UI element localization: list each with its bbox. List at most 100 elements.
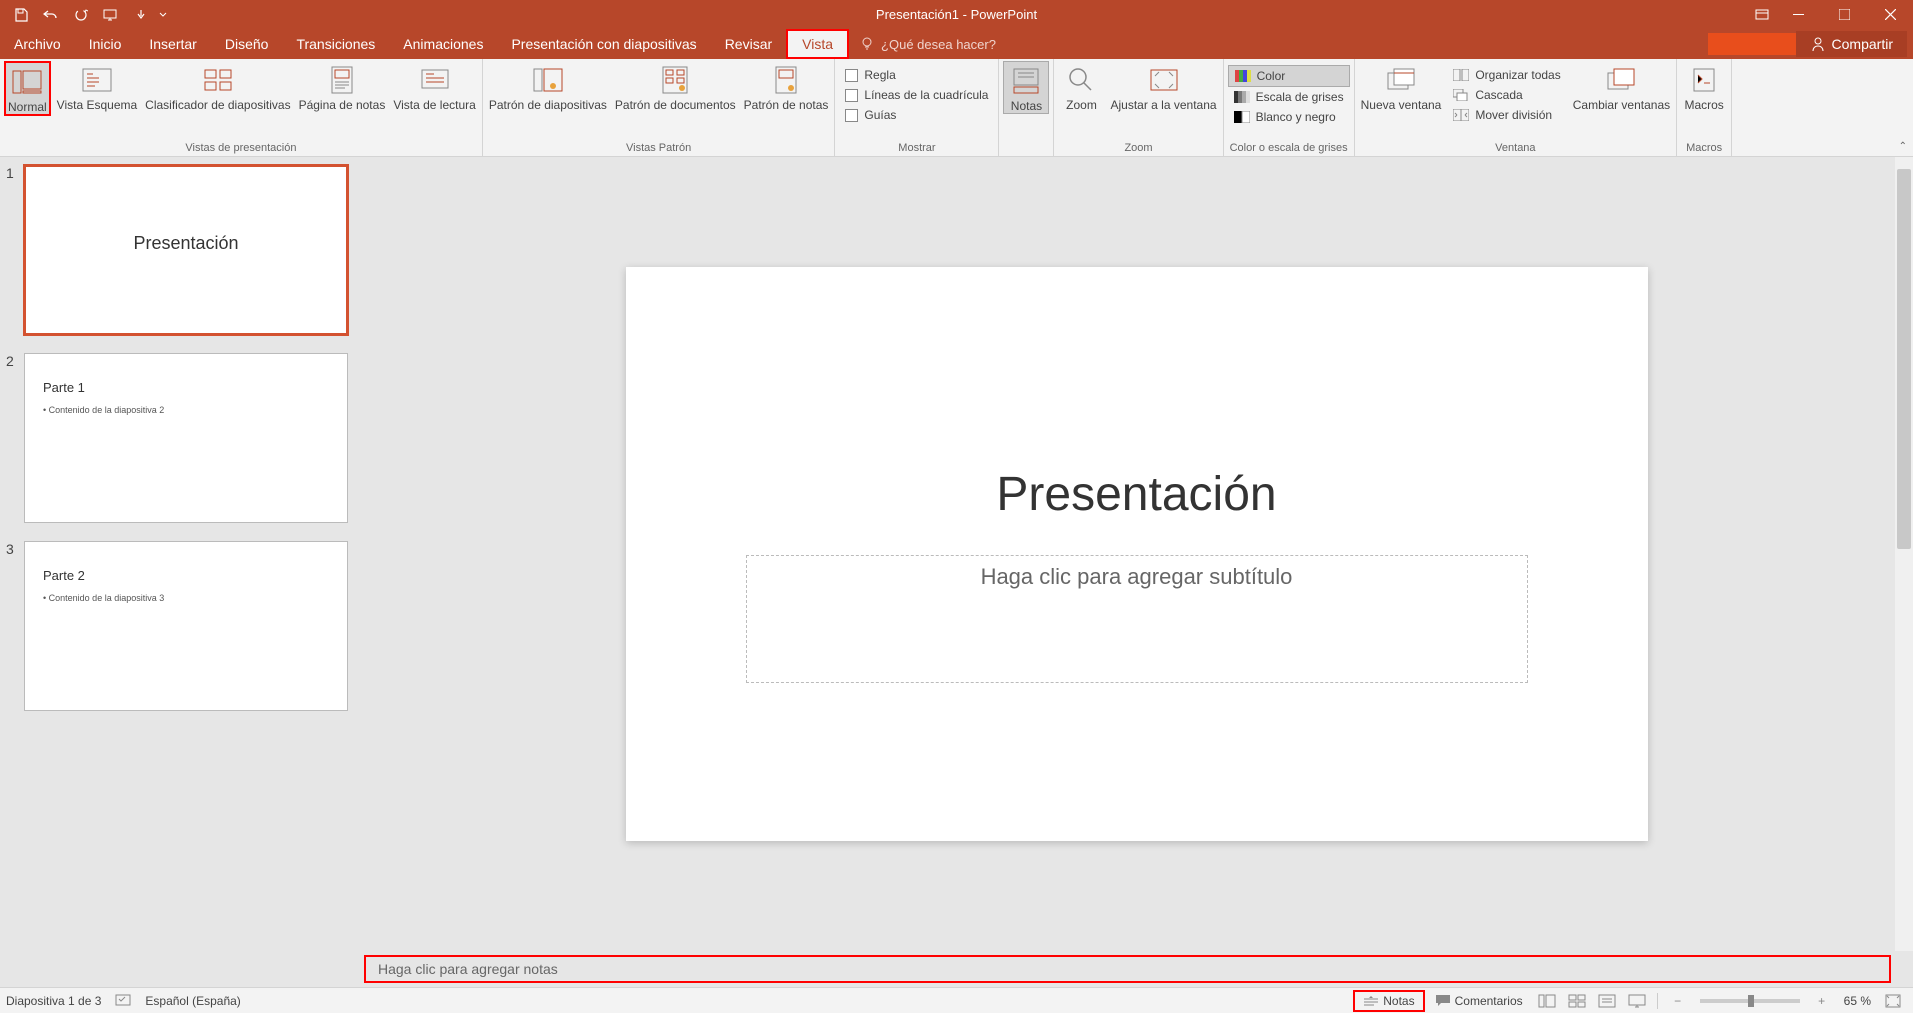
reading-view-button[interactable]: Vista de lectura: [391, 61, 478, 112]
grayscale-icon: [1234, 91, 1250, 103]
sorter-icon: [202, 64, 234, 96]
notes-pane[interactable]: Haga clic para agregar notas: [364, 955, 1891, 983]
save-icon[interactable]: [6, 1, 36, 29]
reading-view-status-icon[interactable]: [1593, 990, 1621, 1012]
fit-to-window-status-icon[interactable]: [1879, 990, 1907, 1012]
bw-button[interactable]: Blanco y negro: [1228, 107, 1350, 127]
gridlines-checkbox[interactable]: Líneas de la cuadrícula: [839, 85, 994, 105]
ribbon-options-icon[interactable]: [1749, 0, 1775, 29]
zoom-in-button[interactable]: +: [1808, 990, 1836, 1012]
thumb-number: 1: [6, 165, 24, 335]
collapse-ribbon-icon[interactable]: ⌃: [1899, 141, 1907, 152]
slide-canvas[interactable]: Presentación Haga clic para agregar subt…: [626, 267, 1648, 841]
switch-windows-button[interactable]: Cambiar ventanas: [1571, 61, 1672, 112]
ribbon: Normal Vista Esquema Clasificador de dia…: [0, 59, 1913, 157]
notes-page-button[interactable]: Página de notas: [297, 61, 388, 112]
zoom-level[interactable]: 65 %: [1838, 994, 1877, 1008]
slide-thumbnail-3[interactable]: Parte 2 • Contenido de la diapositiva 3: [24, 541, 348, 711]
normal-view-status-icon[interactable]: [1533, 990, 1561, 1012]
language-indicator[interactable]: Español (España): [145, 994, 240, 1008]
zoom-slider[interactable]: [1700, 999, 1800, 1003]
outline-view-button[interactable]: Vista Esquema: [55, 61, 140, 112]
group-label-show: Mostrar: [839, 140, 994, 156]
tell-me-search[interactable]: ¿Qué desea hacer?: [849, 29, 1006, 59]
cascade-icon: [1453, 89, 1469, 101]
tab-diseno[interactable]: Diseño: [211, 29, 283, 59]
quick-access-toolbar: [0, 1, 170, 29]
redo-icon[interactable]: [66, 1, 96, 29]
group-label-macros: Macros: [1681, 140, 1727, 156]
group-label-zoom: Zoom: [1058, 140, 1218, 156]
slide-counter[interactable]: Diapositiva 1 de 3: [6, 994, 101, 1008]
maximize-button[interactable]: [1821, 0, 1867, 29]
notes-master-icon: [770, 64, 802, 96]
normal-view-icon: [11, 66, 43, 98]
slide-sorter-button[interactable]: Clasificador de diapositivas: [143, 61, 292, 112]
color-icon: [1235, 70, 1251, 82]
tab-inicio[interactable]: Inicio: [75, 29, 136, 59]
fit-window-button[interactable]: Ajustar a la ventana: [1108, 61, 1218, 112]
tab-archivo[interactable]: Archivo: [0, 29, 75, 59]
close-button[interactable]: [1867, 0, 1913, 29]
zoom-button[interactable]: Zoom: [1058, 61, 1104, 112]
touch-mode-icon[interactable]: [126, 1, 156, 29]
lightbulb-icon: [859, 36, 875, 52]
fit-icon: [1148, 64, 1180, 96]
notes-status-button[interactable]: Notas: [1353, 990, 1424, 1012]
slide-title[interactable]: Presentación: [746, 467, 1528, 522]
main-area: 1 Presentación 2 Parte 1 • Contenido de …: [0, 157, 1913, 987]
tab-animaciones[interactable]: Animaciones: [389, 29, 497, 59]
notes-toggle-button[interactable]: Notas: [1003, 61, 1049, 114]
thumb-bullet: • Contenido de la diapositiva 2: [43, 405, 329, 415]
ruler-checkbox[interactable]: Regla: [839, 65, 994, 85]
color-button[interactable]: Color: [1228, 65, 1350, 87]
zoom-out-button[interactable]: −: [1664, 990, 1692, 1012]
new-window-icon: [1385, 64, 1417, 96]
group-label-color: Color o escala de grises: [1228, 140, 1350, 156]
tab-transiciones[interactable]: Transiciones: [282, 29, 389, 59]
cascade-button[interactable]: Cascada: [1447, 85, 1566, 105]
account-indicator[interactable]: [1708, 33, 1798, 55]
tab-vista[interactable]: Vista: [786, 29, 849, 59]
normal-view-button[interactable]: Normal: [4, 61, 51, 116]
thumbnails-panel[interactable]: 1 Presentación 2 Parte 1 • Contenido de …: [0, 157, 360, 987]
tab-insertar[interactable]: Insertar: [135, 29, 210, 59]
macros-button[interactable]: Macros: [1681, 61, 1727, 112]
spellcheck-icon[interactable]: [115, 994, 131, 1008]
vertical-scrollbar[interactable]: [1895, 157, 1913, 951]
slideshow-status-icon[interactable]: [1623, 990, 1651, 1012]
slide-thumbnail-1[interactable]: Presentación: [24, 165, 348, 335]
tab-presentacion[interactable]: Presentación con diapositivas: [497, 29, 710, 59]
slide-subtitle-placeholder[interactable]: Haga clic para agregar subtítulo: [746, 555, 1528, 683]
thumb-title: Parte 1: [43, 380, 329, 395]
new-window-button[interactable]: Nueva ventana: [1359, 61, 1444, 112]
slide-thumbnail-2[interactable]: Parte 1 • Contenido de la diapositiva 2: [24, 353, 348, 523]
grayscale-button[interactable]: Escala de grises: [1228, 87, 1350, 107]
thumb-title: Parte 2: [43, 568, 329, 583]
handout-master-button[interactable]: Patrón de documentos: [613, 61, 738, 112]
thumb-bullet: • Contenido de la diapositiva 3: [43, 593, 329, 603]
tab-revisar[interactable]: Revisar: [711, 29, 786, 59]
slideshow-icon[interactable]: [96, 1, 126, 29]
minimize-button[interactable]: [1775, 0, 1821, 29]
bw-icon: [1234, 111, 1250, 123]
title-bar: Presentación1 - PowerPoint: [0, 0, 1913, 29]
arrange-all-button[interactable]: Organizar todas: [1447, 65, 1566, 85]
thumb-number: 2: [6, 353, 24, 523]
notes-status-icon: [1363, 995, 1379, 1007]
undo-icon[interactable]: [36, 1, 66, 29]
qat-dropdown-icon[interactable]: [156, 1, 170, 29]
move-split-button[interactable]: Mover división: [1447, 105, 1566, 125]
macros-icon: [1688, 64, 1720, 96]
comments-status-button[interactable]: Comentarios: [1427, 992, 1531, 1010]
notes-master-button[interactable]: Patrón de notas: [742, 61, 831, 112]
zoom-icon: [1065, 64, 1097, 96]
comment-icon: [1435, 994, 1451, 1008]
share-button[interactable]: Compartir: [1796, 31, 1907, 57]
slide-master-button[interactable]: Patrón de diapositivas: [487, 61, 609, 112]
sorter-view-status-icon[interactable]: [1563, 990, 1591, 1012]
split-icon: [1453, 109, 1469, 121]
guides-checkbox[interactable]: Guías: [839, 105, 994, 125]
thumb-number: 3: [6, 541, 24, 711]
status-bar: Diapositiva 1 de 3 Español (España) Nota…: [0, 987, 1913, 1013]
